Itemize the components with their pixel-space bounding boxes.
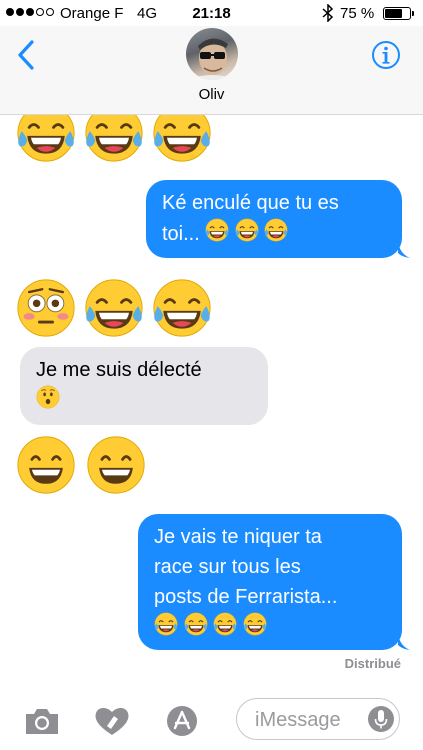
message-text-line: Je me suis délecté: [36, 359, 202, 381]
avatar[interactable]: [186, 28, 238, 80]
status-bar: Orange F 4G 21:18 75 %: [0, 0, 423, 26]
battery-tip: [412, 11, 414, 16]
bluetooth-icon: [322, 3, 334, 26]
message-text-line: race sur tous les: [154, 556, 301, 578]
app-store-icon[interactable]: [162, 704, 202, 738]
battery-icon: [383, 7, 411, 20]
tears-of-joy-emoji: [152, 115, 212, 168]
message-input[interactable]: [253, 705, 367, 735]
tears-of-joy-emoji: [84, 115, 144, 168]
digital-touch-icon[interactable]: [92, 704, 132, 738]
camera-icon[interactable]: [22, 704, 62, 738]
info-icon[interactable]: [370, 39, 402, 71]
tears-of-joy-emoji: [205, 218, 229, 251]
message-input-container[interactable]: [236, 698, 400, 740]
message-text-line: posts de Ferrarista...: [154, 586, 338, 608]
tears-of-joy-emoji: [84, 278, 144, 343]
emoji-message[interactable]: [16, 435, 146, 500]
microphone-icon[interactable]: [367, 704, 395, 734]
bubble-tail: [398, 242, 410, 258]
message-thread: Ké enculé que tu es toi... Je me suis dé…: [0, 115, 423, 675]
bubble-tail: [398, 634, 410, 650]
input-bar: [0, 690, 423, 750]
tears-of-joy-emoji: [16, 115, 76, 168]
tears-of-joy-emoji: [243, 612, 267, 645]
tears-of-joy-emoji: [154, 612, 178, 645]
tears-of-joy-emoji: [213, 612, 237, 645]
incoming-message[interactable]: Je me suis délecté: [20, 347, 268, 425]
tears-of-joy-emoji: [264, 218, 288, 251]
outgoing-message[interactable]: Je vais te niquer ta race sur tous les p…: [138, 514, 402, 650]
message-text-line: Ké enculé que tu es: [162, 192, 339, 214]
tears-of-joy-emoji: [184, 612, 208, 645]
grinning-emoji: [86, 435, 146, 500]
delivery-status: Distribué: [344, 656, 401, 671]
message-text-line: toi...: [162, 222, 200, 245]
hushed-emoji: [36, 385, 60, 418]
grinning-emoji: [16, 435, 76, 500]
tears-of-joy-emoji: [152, 278, 212, 343]
conversation-header: Oliv: [0, 26, 423, 115]
outgoing-message[interactable]: Ké enculé que tu es toi...: [146, 180, 402, 258]
emoji-message[interactable]: [16, 278, 212, 343]
battery-percent: 75 %: [340, 5, 375, 22]
emoji-message[interactable]: [16, 115, 212, 168]
tears-of-joy-emoji: [235, 218, 259, 251]
flushed-emoji: [16, 278, 76, 343]
chevron-left-icon[interactable]: [12, 38, 42, 72]
contact-name[interactable]: Oliv: [0, 86, 423, 103]
message-text-line: Je vais te niquer ta: [154, 526, 322, 548]
